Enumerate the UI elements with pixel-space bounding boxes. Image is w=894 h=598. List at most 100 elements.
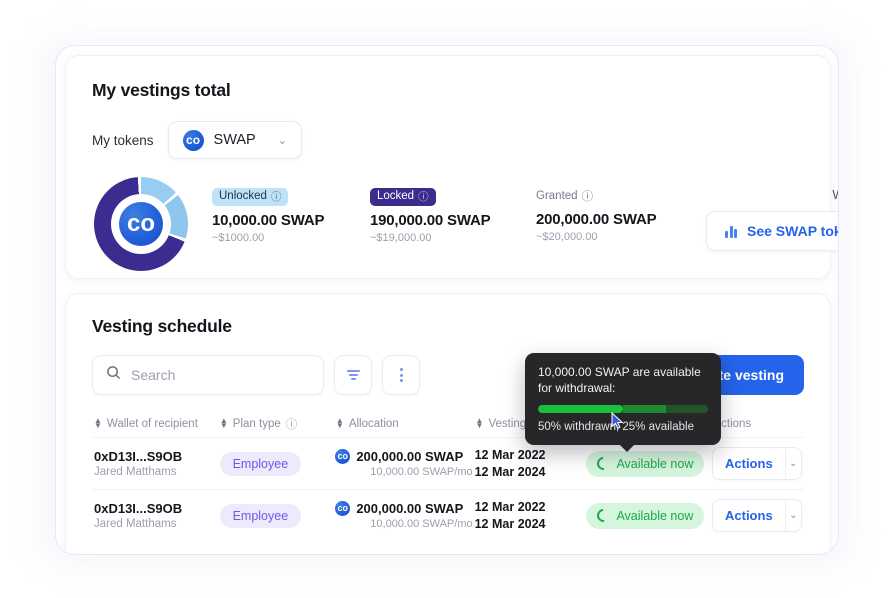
chevron-down-icon[interactable]: ⌄ bbox=[784, 500, 801, 531]
sort-icon: ▲ ▼ bbox=[475, 416, 484, 430]
allocation-line: co 200,000.00 SWAP bbox=[335, 501, 474, 516]
sort-icon: ▲ ▼ bbox=[94, 416, 102, 430]
help-icon[interactable]: ⓘ bbox=[286, 416, 298, 432]
page-title: My vestings total bbox=[92, 80, 231, 100]
actions-button-group: Actions ⌄ bbox=[712, 499, 802, 532]
locked-usd: ~$19,000.00 bbox=[370, 231, 432, 244]
cell-status: Available now bbox=[586, 450, 712, 477]
see-token-profile-label: See SWAP token profile bbox=[747, 223, 838, 239]
cell-plan-type: Employee bbox=[219, 451, 336, 476]
donut-hole: co bbox=[111, 194, 171, 254]
more-info-column: Want more info? See SWAP token profile bbox=[706, 186, 838, 251]
stat-granted: Granted ⓘ 200,000.00 SWAP ~$20,000.00 bbox=[536, 186, 706, 251]
cell-vesting-period: 12 Mar 2022 12 Mar 2024 bbox=[475, 499, 587, 533]
cell-wallet: 0xD13I...S9OB Jared Matthams bbox=[94, 449, 220, 478]
cell-actions: Actions ⌄ bbox=[712, 499, 802, 532]
vesting-start-date: 12 Mar 2022 bbox=[474, 447, 546, 462]
chevron-down-icon: ⌄ bbox=[277, 134, 287, 147]
help-icon[interactable]: ⓘ bbox=[418, 191, 429, 203]
unlocked-badge: Unlocked ⓘ bbox=[212, 187, 289, 206]
unlocked-usd: ~$1000.00 bbox=[212, 231, 265, 244]
sort-icon: ▲ ▼ bbox=[335, 416, 344, 430]
recipient-name: Jared Matthams bbox=[94, 518, 177, 530]
more-options-button[interactable] bbox=[382, 355, 420, 395]
tooltip-arrow bbox=[619, 444, 635, 453]
vesting-end-date: 12 Mar 2024 bbox=[474, 516, 546, 531]
recipient-name: Jared Matthams bbox=[94, 466, 177, 478]
status-badge[interactable]: Available now bbox=[586, 450, 705, 477]
allocation-total: 200,000.00 SWAP bbox=[356, 501, 464, 516]
unlocked-value: 10,000.00 SWAP bbox=[212, 211, 325, 229]
filter-icon bbox=[346, 370, 360, 380]
granted-label-group: Granted ⓘ bbox=[536, 187, 593, 205]
column-header-wallet[interactable]: ▲ ▼ Wallet of recipient bbox=[94, 416, 220, 430]
column-header-plan-type-label: Plan type bbox=[232, 418, 281, 430]
cell-plan-type: Employee bbox=[219, 503, 336, 528]
token-select-dropdown[interactable]: co SWAP ⌄ bbox=[167, 121, 302, 159]
vesting-schedule-title: Vesting schedule bbox=[92, 316, 232, 336]
column-header-wallet-label: Wallet of recipient bbox=[106, 418, 198, 430]
granted-value: 200,000.00 SWAP bbox=[536, 211, 657, 228]
status-badge-label: Available now bbox=[616, 508, 694, 523]
see-token-profile-button[interactable]: See SWAP token profile bbox=[706, 211, 838, 251]
token-select-value: SWAP bbox=[213, 132, 256, 148]
my-tokens-row: My tokens co SWAP ⌄ bbox=[92, 121, 804, 159]
cards-container: My vestings total My tokens co SWAP ⌄ co… bbox=[56, 46, 838, 554]
vertical-dots-icon bbox=[399, 368, 403, 382]
locked-badge: Locked ⓘ bbox=[370, 187, 436, 206]
allocation-rate: 10,000.00 SWAP/mo bbox=[370, 466, 473, 478]
status-badge-label: Available now bbox=[616, 456, 694, 471]
stat-locked: Locked ⓘ 190,000.00 SWAP ~$19,000.00 bbox=[370, 186, 536, 251]
plan-type-badge: Employee bbox=[219, 503, 302, 528]
actions-button[interactable]: Actions bbox=[713, 500, 785, 531]
vesting-start-date: 12 Mar 2022 bbox=[474, 499, 546, 514]
search-input[interactable] bbox=[131, 367, 310, 383]
column-header-actions: Actions bbox=[713, 418, 802, 430]
tooltip-line-2: for withdrawal: bbox=[538, 381, 616, 396]
swap-token-icon: co bbox=[335, 501, 351, 516]
actions-button[interactable]: Actions bbox=[713, 448, 785, 479]
column-header-allocation[interactable]: ▲ ▼ Allocation bbox=[335, 416, 476, 430]
progress-ring-icon bbox=[594, 454, 614, 473]
search-box[interactable] bbox=[92, 355, 324, 395]
tooltip-line-1: 10,000.00 SWAP are available bbox=[538, 365, 701, 379]
my-tokens-label: My tokens bbox=[92, 132, 154, 148]
filter-button[interactable] bbox=[334, 355, 372, 395]
totals-stats-row: co Unlocked ⓘ 10,000.00 SWAP ~$1000.00 L… bbox=[92, 177, 838, 271]
swap-token-icon: co bbox=[335, 449, 351, 464]
totals-card-body: My vestings total My tokens co SWAP ⌄ co… bbox=[66, 56, 838, 271]
cell-allocation: co 200,000.00 SWAP 10,000.00 SWAP/mo bbox=[335, 449, 474, 478]
stat-columns: Unlocked ⓘ 10,000.00 SWAP ~$1000.00 Lock… bbox=[188, 177, 838, 251]
vesting-donut-chart: co bbox=[94, 177, 188, 271]
locked-badge-label: Locked bbox=[377, 190, 415, 202]
allocation-line: co 200,000.00 SWAP bbox=[335, 449, 474, 464]
vesting-end-date: 12 Mar 2024 bbox=[474, 464, 546, 479]
wallet-address: 0xD13I...S9OB bbox=[94, 501, 183, 516]
stat-unlocked: Unlocked ⓘ 10,000.00 SWAP ~$1000.00 bbox=[212, 186, 370, 251]
wallet-address: 0xD13I...S9OB bbox=[94, 449, 183, 464]
outer-frame: My vestings total My tokens co SWAP ⌄ co… bbox=[55, 45, 839, 555]
cell-wallet: 0xD13I...S9OB Jared Matthams bbox=[94, 501, 220, 530]
help-icon[interactable]: ⓘ bbox=[271, 191, 282, 203]
bar-chart-icon bbox=[725, 224, 737, 238]
search-icon bbox=[106, 365, 121, 385]
actions-button-group: Actions ⌄ bbox=[712, 447, 802, 480]
table-row[interactable]: 0xD13I...S9OB Jared Matthams Employee co… bbox=[92, 489, 804, 541]
granted-label: Granted bbox=[536, 190, 578, 202]
locked-value: 190,000.00 SWAP bbox=[370, 211, 491, 229]
swap-token-icon: co bbox=[182, 129, 204, 151]
unlocked-badge-label: Unlocked bbox=[219, 190, 267, 202]
want-more-info-text: Want more info? bbox=[706, 188, 838, 202]
swap-logo-icon: co bbox=[119, 202, 163, 246]
status-badge[interactable]: Available now bbox=[586, 502, 705, 529]
column-header-plan-type[interactable]: ▲ ▼ Plan type ⓘ bbox=[220, 416, 336, 432]
cell-vesting-period: 12 Mar 2022 12 Mar 2024 bbox=[475, 447, 587, 481]
cell-actions: Actions ⌄ bbox=[712, 447, 802, 480]
withdrawal-tooltip: 10,000.00 SWAP are available for withdra… bbox=[525, 353, 721, 453]
my-vestings-total-card: My vestings total My tokens co SWAP ⌄ co… bbox=[65, 55, 838, 279]
app-root: My vestings total My tokens co SWAP ⌄ co… bbox=[0, 0, 894, 598]
chevron-down-icon[interactable]: ⌄ bbox=[784, 448, 801, 479]
sort-icon: ▲ ▼ bbox=[219, 416, 228, 430]
progress-ring-icon bbox=[594, 506, 614, 525]
help-icon[interactable]: ⓘ bbox=[582, 188, 594, 204]
